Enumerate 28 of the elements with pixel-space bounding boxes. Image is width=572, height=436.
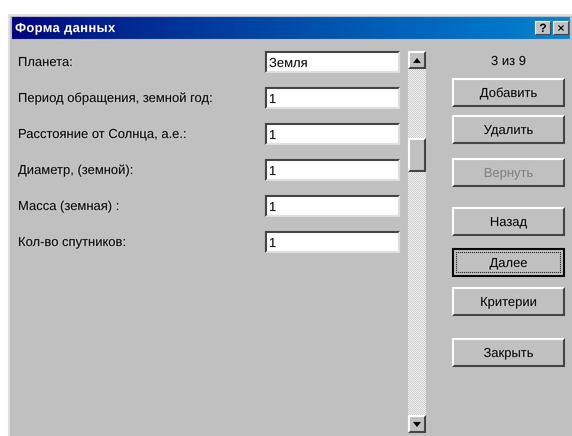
help-button[interactable]: ?: [535, 21, 551, 35]
scroll-down-button[interactable]: [408, 415, 426, 433]
input-field[interactable]: 1: [265, 231, 400, 253]
input-field[interactable]: 1: [265, 195, 400, 217]
record-counter: 3 из 9: [490, 52, 527, 70]
up-arrow-icon: [413, 58, 421, 62]
field-label: Планета:: [18, 53, 74, 72]
field-label: Кол-во спутников:: [18, 233, 128, 252]
dialog-button[interactable]: Удалить: [452, 115, 565, 144]
dialog-button[interactable]: Назад: [452, 207, 565, 236]
close-button[interactable]: ×: [553, 21, 569, 35]
dialog-button[interactable]: Добавить: [452, 78, 565, 107]
scroll-thumb[interactable]: [408, 138, 426, 172]
window-title: Форма данных: [15, 19, 117, 38]
field-label: Диаметр, (земной):: [18, 161, 134, 180]
input-field[interactable]: Земля: [265, 51, 400, 73]
input-field[interactable]: 1: [265, 87, 400, 109]
dialog-button[interactable]: Закрыть: [452, 338, 565, 367]
dialog-button[interactable]: Критерии: [452, 287, 565, 316]
down-arrow-icon: [413, 422, 421, 426]
field-label: Масса (земная) :: [18, 197, 120, 216]
field-label: Расстояние от Солнца, а.е.:: [18, 125, 188, 144]
scrollbar[interactable]: [408, 51, 426, 433]
scroll-up-button[interactable]: [408, 51, 426, 69]
dialog-button[interactable]: Далее: [452, 248, 565, 277]
field-label: Период обращения, земной год:: [18, 89, 214, 108]
input-field[interactable]: 1: [265, 123, 400, 145]
input-field[interactable]: 1: [265, 159, 400, 181]
